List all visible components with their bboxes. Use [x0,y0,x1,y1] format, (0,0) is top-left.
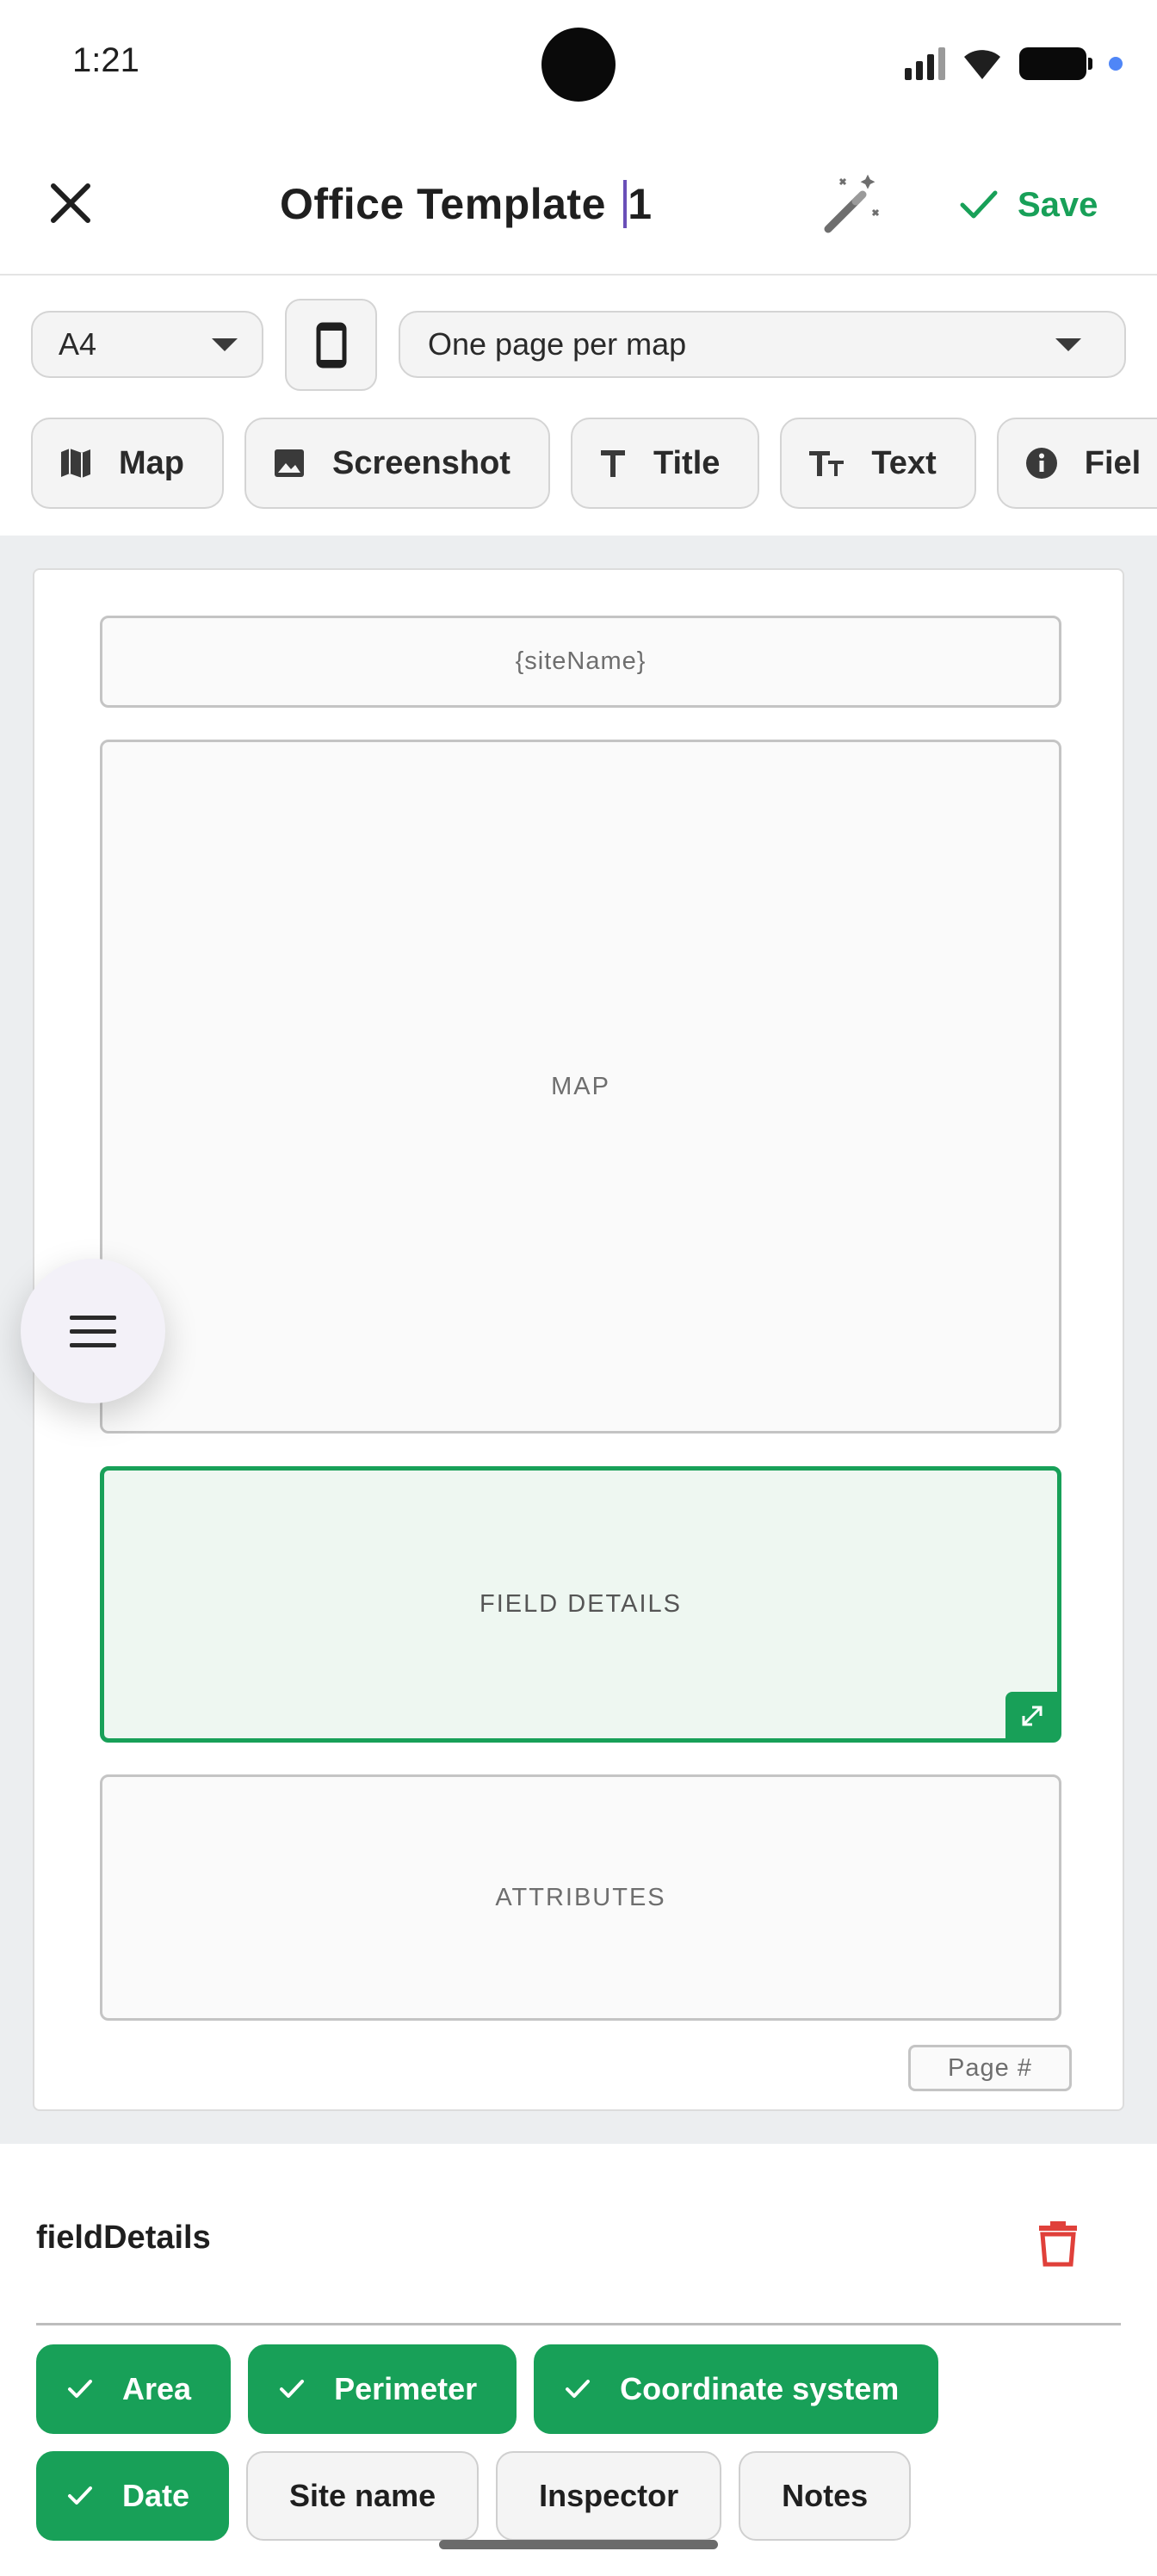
option-site-name[interactable]: Site name [246,2451,480,2541]
resize-handle[interactable] [1005,1692,1059,1740]
add-text-chip[interactable]: Text [780,418,976,509]
add-field-chip[interactable]: Fiel [996,418,1157,509]
text-cursor [623,180,628,228]
option-label: Coordinate system [620,2371,900,2406]
field-details-block[interactable]: FIELD DETAILS [100,1466,1061,1743]
option-label: Perimeter [334,2371,478,2406]
check-icon [960,190,998,219]
block-label: FIELD DETAILS [480,1590,682,1618]
template-name-suffix: 1 [628,180,653,228]
menu-icon [70,1315,116,1320]
chip-label: Map [119,444,184,481]
option-notes[interactable]: Notes [739,2451,912,2541]
title-icon [600,450,625,477]
template-name-input[interactable]: Office Template 1 [280,176,653,232]
delete-element-button[interactable] [1034,2216,1082,2268]
option-perimeter[interactable]: Perimeter [248,2344,517,2434]
page-size-value: A4 [59,326,97,362]
camera-cutout [541,28,616,102]
info-icon [1025,448,1057,479]
menu-icon-line [70,1328,116,1334]
close-icon [51,183,90,223]
trash-icon [1039,2221,1077,2267]
option-label: Site name [289,2478,436,2513]
image-icon [275,449,304,477]
add-screenshot-chip[interactable]: Screenshot [244,418,550,509]
auto-layout-button[interactable] [820,172,885,238]
text-size-icon [809,451,845,476]
app-bar: Office Template 1 Save [0,129,1157,276]
check-icon [280,2380,305,2398]
option-inspector[interactable]: Inspector [496,2451,722,2541]
page-layout-value: One page per map [428,326,687,362]
option-label: Date [122,2478,190,2513]
menu-button[interactable] [21,1259,165,1403]
save-label: Save [1018,185,1098,224]
menu-icon-line [70,1342,116,1347]
chevron-down-icon [1055,337,1081,351]
check-icon [68,2486,92,2505]
chevron-down-icon [212,337,238,351]
page-size-select[interactable]: A4 [31,311,263,378]
check-icon [566,2380,591,2398]
chip-label: Title [653,444,721,481]
option-area[interactable]: Area [36,2344,232,2434]
map-icon [61,449,90,478]
page-number-label: Page # [948,2053,1032,2082]
option-coordinate-system[interactable]: Coordinate system [534,2344,939,2434]
cellular-signal-icon [905,47,945,80]
status-icons [905,45,1123,83]
chip-label: Fiel [1084,444,1142,481]
panel-title: fieldDetails [36,2220,211,2256]
template-name-text: Office Template [280,180,619,228]
option-label: Notes [782,2478,869,2513]
phone-portrait-icon [316,322,346,368]
status-bar: 1:21 [0,0,1157,129]
add-map-chip[interactable]: Map [31,418,224,509]
block-label: ATTRIBUTES [495,1883,666,1911]
attributes-block[interactable]: ATTRIBUTES [100,1774,1061,2021]
home-indicator [439,2540,718,2549]
wifi-icon [964,50,1000,79]
panel-divider [36,2323,1121,2325]
option-label: Inspector [539,2478,679,2513]
field-options: Area Perimeter Coordinate system Date Si… [36,2344,1129,2541]
status-time: 1:21 [72,41,139,79]
block-label: MAP [551,1072,610,1100]
site-name-block[interactable]: {siteName} [100,616,1061,708]
add-element-chips: Map Screenshot Title Text Fiel [31,418,1157,509]
page-layout-select[interactable]: One page per map [399,311,1126,378]
page-number-block[interactable]: Page # [908,2045,1072,2091]
save-button[interactable]: Save [959,181,1098,229]
battery-icon [1019,47,1092,80]
option-label: Area [122,2371,192,2406]
add-title-chip[interactable]: Title [570,418,760,509]
check-icon [68,2380,92,2398]
option-date[interactable]: Date [36,2451,230,2541]
block-label: {siteName} [515,647,647,675]
screen: 1:21 Office Template 1 Save A4 One page … [0,0,1157,2576]
close-button[interactable] [45,177,96,229]
notification-dot-icon [1109,57,1123,71]
orientation-button[interactable] [285,299,377,391]
map-block[interactable]: MAP [100,740,1061,1434]
magic-wand-icon [824,174,880,233]
chip-label: Screenshot [332,444,510,481]
chip-label: Text [871,444,937,481]
resize-icon [1022,1706,1043,1726]
